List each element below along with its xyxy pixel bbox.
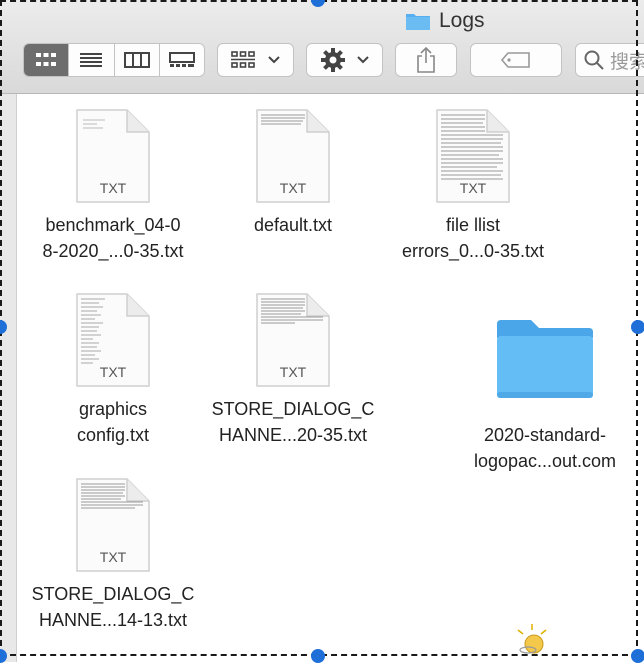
search-field[interactable]: 搜索	[575, 43, 644, 77]
list-icon	[80, 53, 103, 67]
file-name: STORE_DIALOG_C HANNE...14-13.txt	[31, 584, 195, 630]
busy-cursor-icon	[512, 622, 552, 658]
file-name: default.txt	[253, 215, 333, 235]
chevron-down-icon	[356, 56, 369, 64]
window-title-text: Logs	[439, 9, 485, 32]
file-item[interactable]: TXT STORE_DIALOG_C HANNE...14-13.txt	[18, 477, 208, 633]
text-file-icon: TXT	[255, 108, 331, 204]
resize-handle-bottom[interactable]	[311, 649, 325, 663]
text-file-icon: TXT	[435, 108, 511, 204]
resize-handle-bottom-right[interactable]	[631, 649, 644, 663]
file-item[interactable]: TXT STORE_DIALOG_C HANNE...20-35.txt	[198, 292, 388, 448]
gear-icon	[320, 48, 345, 72]
icon-view-button[interactable]	[24, 44, 70, 76]
search-placeholder: 搜索	[610, 51, 644, 73]
view-mode-control	[23, 43, 205, 77]
action-button[interactable]	[306, 43, 383, 77]
file-name: benchmark_04-0 8-2020_...0-35.txt	[42, 215, 184, 261]
grid-icon	[36, 53, 57, 66]
text-file-icon: TXT	[75, 108, 151, 204]
folder-name: 2020-standard-logopac...out.com	[473, 425, 617, 471]
chevron-down-icon	[267, 56, 280, 64]
toolbar: Logs 搜索	[0, 0, 644, 94]
tag-button[interactable]	[470, 43, 562, 77]
gallery-icon	[168, 52, 195, 67]
file-item[interactable]: TXT file llist errors_0...0-35.txt	[378, 108, 568, 264]
column-view-button[interactable]	[115, 44, 160, 76]
tag-icon	[500, 52, 530, 68]
resize-handle-right[interactable]	[631, 320, 644, 334]
group-by-button[interactable]	[217, 43, 294, 77]
text-file-icon: TXT	[75, 292, 151, 388]
search-icon	[584, 50, 604, 70]
file-item[interactable]: TXT benchmark_04-0 8-2020_...0-35.txt	[18, 108, 208, 264]
text-file-icon: TXT	[75, 477, 151, 573]
file-name: file llist errors_0...0-35.txt	[401, 215, 545, 261]
file-name: graphics config.txt	[76, 399, 150, 445]
share-icon	[417, 47, 435, 73]
grid-icon	[230, 51, 255, 68]
window-title: Logs	[405, 8, 485, 34]
folder-icon	[405, 11, 431, 31]
columns-icon	[123, 52, 150, 68]
file-item[interactable]: TXT graphics config.txt	[18, 292, 208, 448]
folder-item[interactable]: 2020-standard-logopac...out.com	[450, 318, 640, 474]
gallery-view-button[interactable]	[160, 44, 204, 76]
text-file-icon: TXT	[255, 292, 331, 388]
share-button[interactable]	[395, 43, 457, 77]
folder-icon	[495, 318, 595, 400]
sidebar	[0, 94, 17, 662]
list-view-button[interactable]	[69, 44, 115, 76]
file-name: STORE_DIALOG_C HANNE...20-35.txt	[211, 399, 375, 445]
file-item[interactable]: TXT default.txt	[198, 108, 388, 238]
